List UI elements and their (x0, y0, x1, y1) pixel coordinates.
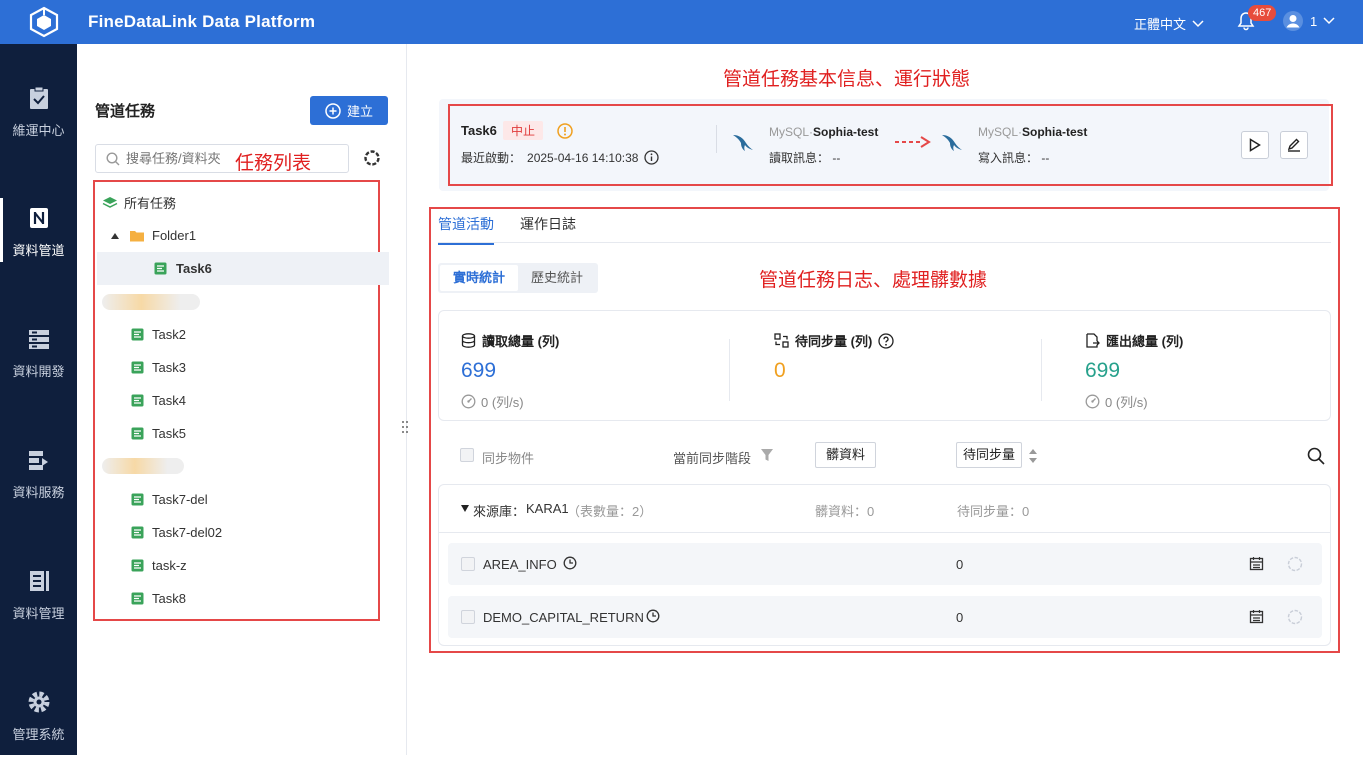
task-icon (131, 592, 144, 605)
tree-task[interactable]: Task7-del02 (131, 516, 423, 549)
task-icon (131, 394, 144, 407)
blurred-folder (102, 294, 200, 310)
plus-circle-icon (325, 102, 341, 119)
search-input[interactable] (126, 151, 236, 166)
tree-label: Task4 (152, 393, 186, 408)
task-icon (154, 262, 167, 275)
highlight-task-log (429, 207, 1340, 653)
tree-task[interactable]: Task7-del (131, 483, 423, 516)
task-icon (131, 559, 144, 572)
blurred-folder (102, 458, 184, 474)
tree-label: Task3 (152, 360, 186, 375)
language-label: 正體中文 (1134, 17, 1187, 32)
tree-folder[interactable]: Folder1 (111, 219, 403, 252)
tree-label: task-z (152, 558, 187, 573)
nav-data-pipeline[interactable]: 資料管道 (0, 198, 77, 286)
nav-label: 管理系統 (12, 727, 65, 742)
create-button[interactable]: 建立 (310, 96, 388, 125)
gear-icon (28, 691, 49, 713)
tree-all-tasks[interactable]: 所有任務 (102, 186, 394, 219)
clipboard-check-icon (29, 86, 48, 109)
chevron-down-icon (1192, 19, 1204, 27)
app-logo-icon (29, 6, 59, 38)
nav-data-dev[interactable]: 資料開發 (0, 327, 77, 407)
user-name: 1 (1310, 13, 1318, 29)
tree-task[interactable]: task-z (131, 549, 423, 582)
tree-label: Task8 (152, 591, 186, 606)
tree-task[interactable]: Task3 (131, 351, 423, 384)
annotation-task-info: 管道任務基本信息、運行狀態 (723, 69, 971, 90)
task-icon (131, 427, 144, 440)
data-manage-icon (29, 571, 49, 591)
search-icon (106, 151, 120, 165)
tree-task[interactable]: Task4 (131, 384, 423, 417)
task-list-pane: 管道任務 建立 任務列表 所有任務 Folder1 Task6 Task2 Ta… (77, 44, 407, 755)
tree-label: Folder1 (152, 228, 197, 243)
nav-label: 資料管理 (12, 606, 65, 621)
task-icon (131, 361, 144, 374)
avatar-icon (1283, 11, 1303, 31)
task-icon (131, 328, 144, 341)
top-bar: FineDataLink Data Platform 正體中文 467 1 (0, 0, 1363, 44)
user-menu[interactable]: 1 (1282, 10, 1335, 32)
layers-icon (102, 196, 118, 208)
tree-task[interactable]: Task8 (131, 582, 423, 615)
chevron-down-icon (1323, 17, 1335, 25)
app-title: FineDataLink Data Platform (88, 12, 316, 31)
data-service-icon (28, 451, 48, 470)
nav-system-admin[interactable]: 管理系統 (0, 690, 77, 770)
highlight-task-info (448, 104, 1333, 186)
tree-label: 所有任務 (124, 196, 177, 211)
refresh-icon[interactable] (363, 149, 381, 167)
nav-label: 資料服務 (12, 485, 65, 500)
tree-task-selected[interactable]: Task6 (97, 252, 389, 285)
tree-label: Task5 (152, 426, 186, 441)
caret-down-icon (111, 232, 119, 239)
nav-data-management[interactable]: 資料管理 (0, 569, 77, 649)
task-icon (131, 493, 144, 506)
nav-ops-center[interactable]: 維運中心 (0, 86, 77, 166)
tree-label: Task6 (176, 261, 212, 276)
tree-task[interactable]: Task5 (131, 417, 423, 450)
tree-label: Task7-del02 (152, 525, 223, 540)
nav-label: 資料管道 (12, 243, 65, 258)
tree-label: Task2 (152, 327, 186, 342)
server-stack-icon (28, 330, 49, 349)
nav-data-service[interactable]: 資料服務 (0, 448, 77, 528)
create-label: 建立 (346, 104, 373, 119)
language-selector[interactable]: 正體中文 (1134, 14, 1204, 33)
folder-icon (130, 231, 144, 242)
annotation-task-list: 任務列表 (235, 153, 312, 174)
nav-label: 資料開發 (12, 364, 65, 379)
main-content: 管道任務基本信息、運行狀態 Task6 中止 最近啟動： 2025-04-16 … (407, 44, 1363, 755)
tree-task[interactable]: Task2 (131, 318, 423, 351)
task-icon (131, 526, 144, 539)
sidebar: 維運中心 資料管道 資料開發 資料服務 資料管理 管理系統 (0, 44, 77, 755)
notification-badge: 467 (1248, 5, 1277, 21)
nav-label: 維運中心 (12, 123, 65, 138)
tree-label: Task7-del (152, 492, 208, 507)
pipeline-icon (29, 208, 48, 228)
pane-title: 管道任務 (95, 103, 156, 120)
